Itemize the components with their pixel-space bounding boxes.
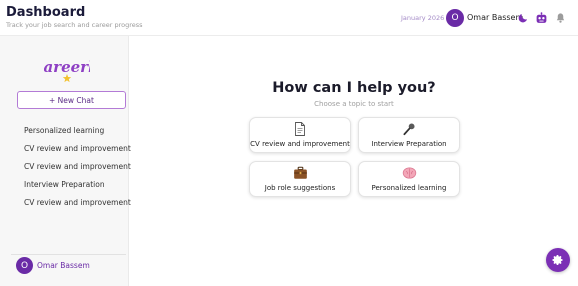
- header-user-name[interactable]: Omar Bassem: [467, 13, 523, 22]
- topic-card-label: Job role suggestions: [264, 184, 336, 192]
- header-avatar[interactable]: O: [446, 9, 464, 27]
- settings-gear-icon: [552, 254, 564, 266]
- bell-icon[interactable]: [553, 11, 567, 25]
- svg-text:Careerly: Careerly: [44, 58, 90, 76]
- sidebar-divider: [11, 254, 126, 255]
- page-title: Dashboard: [6, 5, 86, 20]
- main-subheading: Choose a topic to start: [314, 100, 394, 108]
- main-heading: How can I help you?: [272, 80, 436, 96]
- history-item[interactable]: Personalized learning: [24, 124, 126, 142]
- robot-icon[interactable]: [534, 11, 548, 25]
- new-chat-button[interactable]: + New Chat: [17, 91, 126, 109]
- topic-card-label: Interview Preparation: [371, 140, 447, 148]
- sidebar-user-name[interactable]: Omar Bassem: [37, 261, 90, 270]
- brain-icon: [359, 166, 459, 180]
- topic-card-interview-prep[interactable]: Interview Preparation: [358, 117, 460, 153]
- page-subtitle: Track your job search and career progres…: [6, 21, 143, 29]
- sidebar-avatar[interactable]: O: [16, 257, 33, 274]
- current-date: January 2026: [401, 14, 445, 22]
- history-item[interactable]: CV review and improvement: [24, 196, 131, 214]
- settings-fab-button[interactable]: [546, 248, 570, 272]
- history-item[interactable]: Interview Preparation: [24, 178, 126, 196]
- topic-card-personalized-learning[interactable]: Personalized learning: [358, 161, 460, 197]
- careerly-logo[interactable]: Careerly: [44, 54, 90, 84]
- topic-card-cv-review[interactable]: CV review and improvement: [249, 117, 351, 153]
- top-header: Dashboard Track your job search and care…: [0, 0, 578, 36]
- briefcase-icon: [250, 166, 350, 180]
- chat-history-list: Personalized learning CV review and impr…: [24, 124, 131, 214]
- history-item[interactable]: CV review and improvement: [24, 160, 131, 178]
- document-icon: [250, 122, 350, 136]
- topic-card-label: CV review and improvement: [250, 140, 350, 148]
- topic-card-label: Personalized learning: [371, 184, 447, 192]
- moon-icon[interactable]: [516, 11, 530, 25]
- history-item[interactable]: CV review and improvement: [24, 142, 131, 160]
- sidebar: Careerly + New Chat Personalized learnin…: [0, 36, 131, 286]
- microphone-icon: [359, 122, 459, 136]
- topic-card-job-roles[interactable]: Job role suggestions: [249, 161, 351, 197]
